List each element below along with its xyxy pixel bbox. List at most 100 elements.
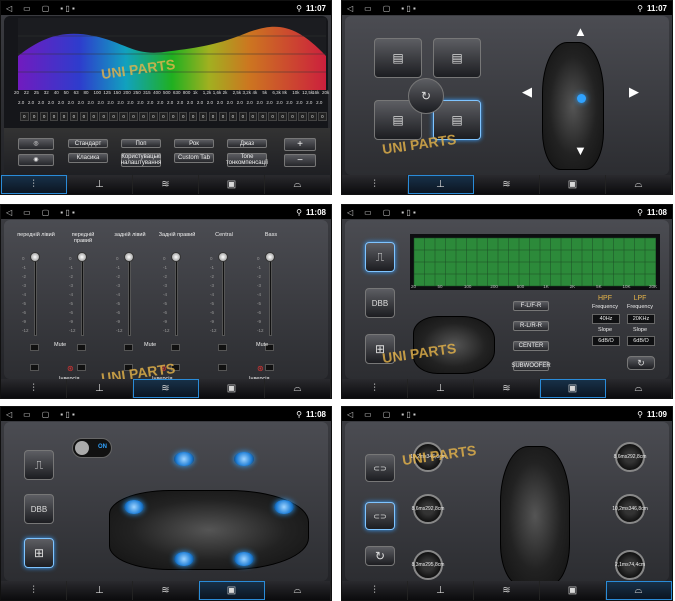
car-tab-icon[interactable]: ⌓ — [265, 379, 331, 398]
speaker-icon[interactable] — [274, 500, 294, 514]
gain-slider-thumb[interactable] — [124, 252, 134, 262]
sound-tab-icon[interactable]: ≋ — [474, 581, 540, 600]
recent-icon[interactable]: ▢ — [383, 208, 391, 217]
recent-icon[interactable]: ▢ — [383, 4, 391, 13]
hpf-slope-select[interactable]: 6dB/O — [592, 336, 620, 346]
crossover-mode-icon[interactable]: ⎍ — [24, 450, 54, 480]
eq-gain-value[interactable]: 0 — [39, 112, 49, 121]
eq-gain-value[interactable]: 0 — [298, 112, 307, 121]
eq-q-value[interactable]: 2.0 — [88, 100, 94, 105]
arrow-left-icon[interactable]: ◀ — [522, 84, 532, 100]
dbb-mode-icon[interactable]: DBB — [24, 494, 54, 524]
crossover-tab-icon[interactable]: ▣ — [540, 175, 606, 194]
eq-gain-value[interactable]: 0 — [159, 112, 168, 121]
inverse-checkbox[interactable] — [30, 364, 39, 371]
car-tab-icon[interactable]: ⌓ — [606, 175, 672, 194]
lpf-slope-select[interactable]: 6dB/O — [627, 336, 655, 346]
crossover-tab-icon[interactable]: ▣ — [199, 379, 265, 398]
delay-knob[interactable]: 2,1ms 74,4cm — [615, 550, 645, 580]
delay-knob[interactable]: 8,3ms 295,8cm — [412, 550, 444, 580]
eq-q-value[interactable]: 2.0 — [147, 100, 153, 105]
delay-knob[interactable]: 8,6ms 292,8cm — [412, 494, 444, 524]
channel-rear-button[interactable]: R-L/R-R — [513, 321, 549, 331]
balance-tab-icon[interactable]: ⊥ — [408, 581, 474, 600]
eq-gain-value[interactable]: 0 — [218, 112, 228, 121]
crossover-mode-icon[interactable]: ⎍ — [365, 242, 395, 272]
eq-q-value[interactable]: 2.0 — [266, 100, 272, 105]
mute-checkbox[interactable] — [77, 344, 86, 351]
balance-point-indicator[interactable] — [577, 94, 586, 103]
delay-mode-2-icon[interactable]: ⊂⊃ — [365, 502, 395, 530]
eq-gain-value[interactable]: 0 — [278, 112, 287, 121]
sound-tab-icon[interactable]: ≋ — [133, 379, 199, 398]
home-icon[interactable]: ▭ — [364, 410, 372, 419]
phase-mode-icon[interactable]: ⊞ — [24, 538, 54, 568]
gain-slider-thumb[interactable] — [171, 252, 181, 262]
eq-gain-value[interactable]: 0 — [188, 112, 198, 121]
speaker-icon[interactable] — [124, 500, 144, 514]
eq-gain-value[interactable]: 0 — [198, 112, 208, 121]
delay-mode-1-icon[interactable]: ⊂⊃ — [365, 454, 395, 482]
car-tab-icon[interactable]: ⌓ — [265, 581, 331, 600]
speaker-icon[interactable] — [174, 552, 194, 566]
eq-tab-icon[interactable]: ⫶ — [1, 379, 67, 398]
eq-tab-icon[interactable]: ⫶ — [342, 379, 408, 398]
eq-q-value[interactable]: 2.0 — [157, 100, 163, 105]
inverse-icon[interactable]: ⊛ — [257, 364, 264, 373]
channel-center-button[interactable]: CENTER — [513, 341, 549, 351]
recent-icon[interactable]: ▢ — [383, 410, 391, 419]
eq-gain-value[interactable]: 0 — [169, 112, 178, 121]
channel-front-button[interactable]: F-L/F-R — [513, 301, 549, 311]
crossover-tab-icon[interactable]: ▣ — [540, 379, 606, 398]
home-icon[interactable]: ▭ — [364, 4, 372, 13]
sound-tab-icon[interactable]: ≋ — [133, 175, 199, 194]
eq-tab-icon[interactable]: ⫶ — [1, 175, 67, 194]
back-icon[interactable]: ◁ — [6, 208, 12, 217]
eq-q-value[interactable]: 2.0 — [207, 100, 213, 105]
arrow-down-icon[interactable]: ▼ — [574, 143, 587, 158]
eq-q-value[interactable]: 2.0 — [296, 100, 302, 105]
inverse-checkbox[interactable] — [218, 364, 227, 371]
eq-gain-value[interactable]: 0 — [129, 112, 138, 121]
minus-button[interactable]: − — [284, 154, 316, 167]
eq-gain-value[interactable]: 0 — [89, 112, 99, 121]
balance-tab-icon[interactable]: ⊥ — [67, 175, 133, 194]
eq-q-value[interactable]: 2.0 — [247, 100, 253, 105]
eq-gain-value[interactable]: 0 — [29, 112, 39, 121]
eq-gain-value[interactable]: 0 — [149, 112, 158, 121]
preset-loudness-button[interactable]: Tone тонкомпенсації — [226, 153, 268, 167]
back-icon[interactable]: ◁ — [347, 410, 353, 419]
eq-gain-value[interactable]: 0 — [318, 112, 327, 121]
eq-gain-value[interactable]: 0 — [178, 112, 188, 121]
gain-slider-track[interactable] — [128, 254, 131, 336]
eq-gain-value[interactable]: 0 — [59, 112, 69, 121]
eq-gain-value[interactable]: 0 — [208, 112, 218, 121]
reset-balance-icon[interactable]: ↻ — [408, 78, 444, 114]
eq-q-value[interactable]: 2.0 — [177, 100, 183, 105]
eq-gain-value[interactable]: 0 — [20, 112, 29, 121]
eq-gain-value[interactable]: 0 — [49, 112, 59, 121]
gain-slider-track[interactable] — [175, 254, 178, 336]
eq-gain-value[interactable]: 0 — [288, 112, 297, 121]
enable-toggle[interactable]: ON — [72, 438, 112, 458]
eq-gain-value[interactable]: 0 — [258, 112, 267, 121]
preset-jazz-button[interactable]: Джаз — [227, 139, 267, 148]
mute-checkbox[interactable] — [124, 344, 133, 351]
car-tab-icon[interactable]: ⌓ — [265, 175, 331, 194]
preset-user-button[interactable]: Користувацькі налаштування — [121, 153, 161, 167]
back-icon[interactable]: ◁ — [6, 4, 12, 13]
preset-standard-button[interactable]: Стандарт — [68, 139, 108, 148]
channel-subwoofer-button[interactable]: SUBWOOFER — [511, 361, 551, 371]
gain-slider-track[interactable] — [81, 254, 84, 336]
eq-q-value[interactable]: 2.0 — [117, 100, 123, 105]
back-icon[interactable]: ◁ — [347, 208, 353, 217]
reset-icon[interactable]: ◎ — [18, 138, 54, 150]
eq-gain-value[interactable]: 0 — [268, 112, 277, 121]
delay-knob[interactable]: 10,2ms 346,8cm — [612, 494, 648, 524]
balance-tab-icon[interactable]: ⊥ — [408, 379, 474, 398]
speaker-icon[interactable] — [234, 552, 254, 566]
eq-q-value[interactable]: 2.0 — [197, 100, 203, 105]
eq-tab-icon[interactable]: ⫶ — [1, 581, 67, 600]
inverse-icon[interactable]: ⊛ — [67, 364, 74, 373]
preset-pop-button[interactable]: Поп — [121, 139, 161, 148]
